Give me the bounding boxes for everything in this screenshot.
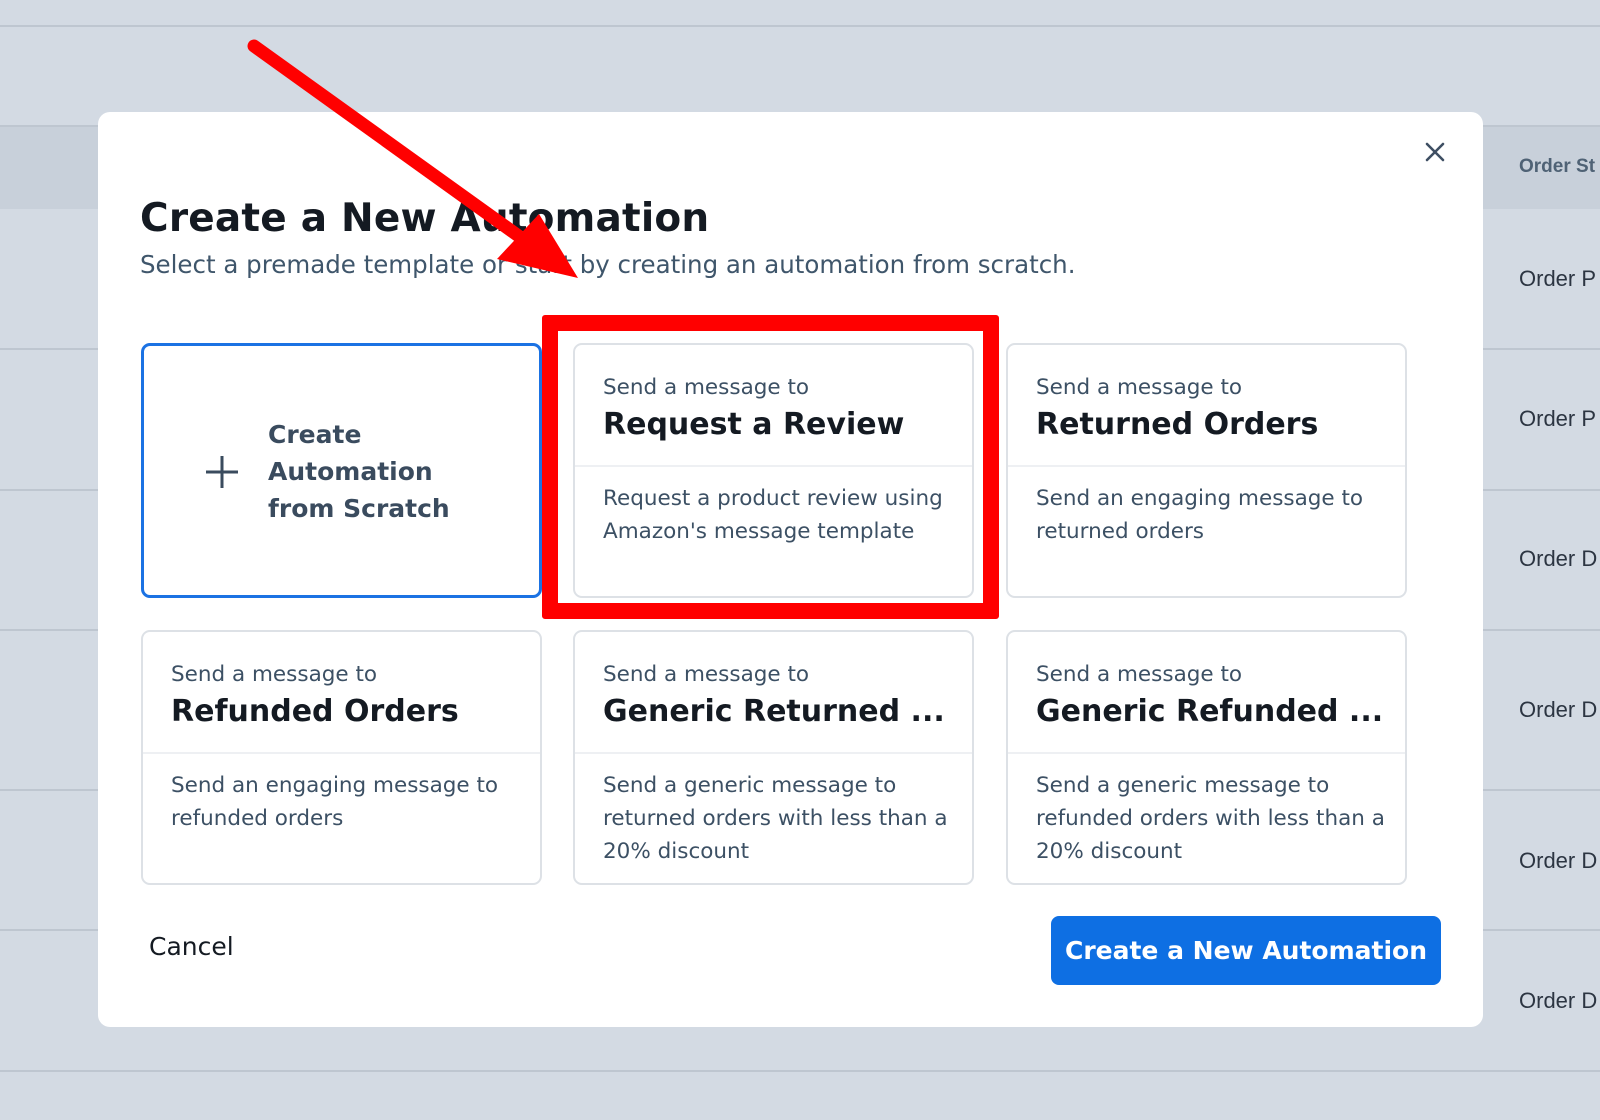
card-header: [575, 632, 972, 754]
bg-table-cell: Order D: [1519, 697, 1598, 722]
card-description: Request a product review using Amazon's …: [603, 486, 943, 544]
create-automation-modal: Create a New Automation Select a premade…: [98, 112, 1483, 1027]
close-icon: [1425, 142, 1445, 162]
close-button[interactable]: [1419, 136, 1451, 168]
bg-divider: [0, 25, 1600, 27]
bg-table-cell: Order D: [1519, 848, 1598, 873]
bg-column-header-order-status: Order St: [1519, 156, 1596, 177]
plus-icon: [206, 456, 238, 488]
card-kicker: Send a message to: [171, 662, 378, 687]
card-header: [575, 345, 972, 467]
bg-table-cell: Order P: [1519, 266, 1597, 291]
template-card-refunded-orders[interactable]: Send a message to Refunded Orders Send a…: [141, 630, 542, 885]
modal-title: Create a New Automation: [140, 196, 710, 241]
label-line: Automation: [268, 457, 433, 486]
card-description: Send a generic message to refunded order…: [1036, 773, 1385, 864]
bg-divider: [0, 1070, 1600, 1072]
card-header: [1008, 345, 1405, 467]
card-kicker: Send a message to: [603, 375, 810, 400]
card-title: Returned Orders: [1036, 407, 1319, 442]
card-title: Request a Review: [603, 407, 905, 442]
template-card-generic-returned[interactable]: Send a message to Generic Returned ... S…: [573, 630, 974, 885]
card-header: [1008, 632, 1405, 754]
label-line: Create: [268, 420, 362, 449]
bg-table-cell: Order D: [1519, 988, 1598, 1013]
modal-subtitle: Select a premade template or start by cr…: [140, 250, 1076, 279]
card-kicker: Send a message to: [1036, 662, 1243, 687]
card-title: Refunded Orders: [171, 694, 459, 729]
card-title: Generic Returned ...: [603, 694, 945, 729]
create-from-scratch-label: Create Automation from Scratch: [268, 416, 450, 527]
create-automation-button[interactable]: Create a New Automation: [1051, 916, 1441, 985]
card-kicker: Send a message to: [603, 662, 810, 687]
bg-table-cell: Order P: [1519, 406, 1597, 431]
card-description: Send an engaging message to returned ord…: [1036, 486, 1364, 544]
create-from-scratch-card[interactable]: Create Automation from Scratch: [141, 343, 542, 598]
card-title: Generic Refunded ...: [1036, 694, 1384, 729]
card-description: Send an engaging message to refunded ord…: [171, 773, 499, 831]
template-card-generic-refunded[interactable]: Send a message to Generic Refunded ... S…: [1006, 630, 1407, 885]
bg-table-cell: Order D: [1519, 546, 1598, 571]
template-card-request-review[interactable]: Send a message to Request a Review Reque…: [573, 343, 974, 598]
label-line: from Scratch: [268, 494, 450, 523]
card-description: Send a generic message to returned order…: [603, 773, 948, 864]
card-kicker: Send a message to: [1036, 375, 1243, 400]
cancel-button[interactable]: Cancel: [149, 932, 234, 961]
template-card-returned-orders[interactable]: Send a message to Returned Orders Send a…: [1006, 343, 1407, 598]
card-header: [143, 632, 540, 754]
